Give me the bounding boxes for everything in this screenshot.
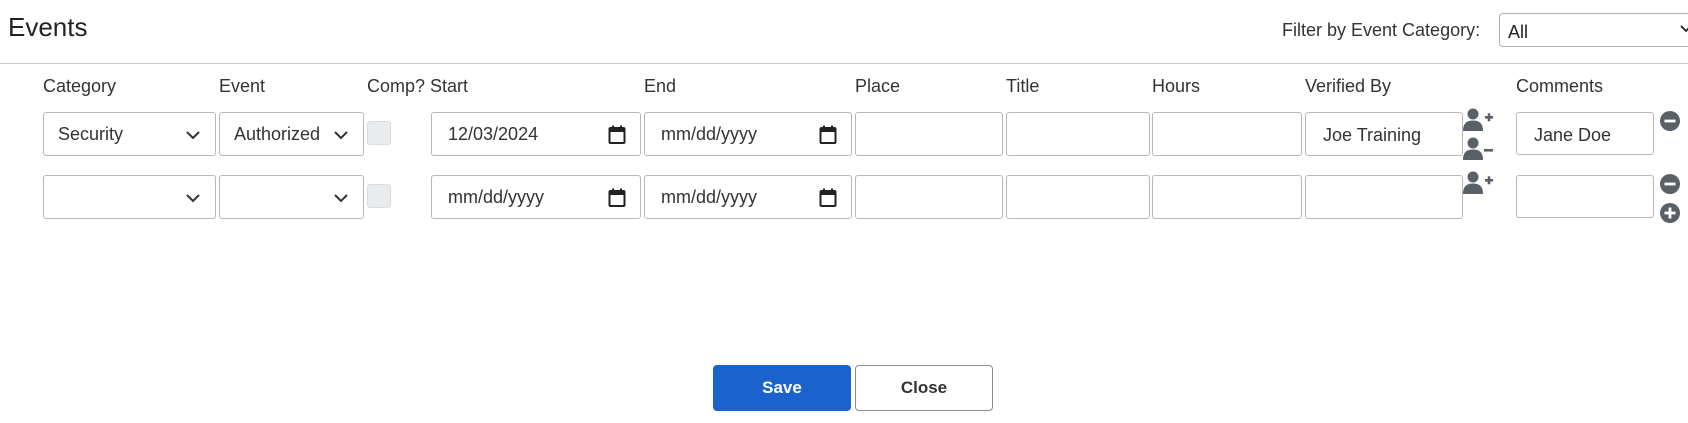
minus-circle-icon[interactable] <box>1659 110 1681 132</box>
column-header-title: Title <box>1006 76 1040 96</box>
filter-category-value: All <box>1508 22 1529 42</box>
place-input[interactable] <box>855 175 1003 219</box>
chevron-down-icon <box>185 125 201 150</box>
chevron-down-icon <box>333 125 349 150</box>
start-date-input[interactable]: mm/dd/yyyy <box>431 175 641 219</box>
end-date-value: mm/dd/yyyy <box>661 187 758 207</box>
minus-circle-icon[interactable] <box>1659 173 1681 195</box>
end-date-value: mm/dd/yyyy <box>661 124 758 144</box>
comments-value: Jane Doe <box>1534 125 1612 145</box>
column-header-place: Place <box>855 76 901 96</box>
verified-by-input[interactable]: Joe Training <box>1305 112 1463 156</box>
calendar-icon[interactable] <box>819 125 837 150</box>
column-header-category: Category <box>43 76 117 96</box>
start-date-value: mm/dd/yyyy <box>448 187 545 207</box>
comp-checkbox[interactable] <box>367 121 391 145</box>
column-header-end: End <box>644 76 677 96</box>
chevron-down-icon <box>333 188 349 213</box>
plus-circle-icon[interactable] <box>1659 202 1681 224</box>
user-plus-icon[interactable] <box>1462 170 1494 196</box>
start-date-value: 12/03/2024 <box>448 124 539 144</box>
start-date-input[interactable]: 12/03/2024 <box>431 112 641 156</box>
filter-category-select[interactable]: All <box>1499 13 1688 47</box>
title-input[interactable] <box>1006 175 1150 219</box>
user-plus-icon[interactable] <box>1462 107 1494 133</box>
save-button[interactable]: Save <box>713 365 851 411</box>
event-select[interactable] <box>219 175 364 219</box>
category-select[interactable]: Security <box>43 112 216 156</box>
column-header-verified-by: Verified By <box>1305 76 1392 96</box>
category-select-value: Security <box>58 124 124 144</box>
place-input[interactable] <box>855 112 1003 156</box>
title-input[interactable] <box>1006 112 1150 156</box>
chevron-down-icon <box>185 188 201 213</box>
column-header-comp: Comp? <box>367 76 426 96</box>
page-title: Events <box>8 12 88 42</box>
end-date-input[interactable]: mm/dd/yyyy <box>644 112 852 156</box>
comp-checkbox[interactable] <box>367 184 391 208</box>
hours-input[interactable] <box>1152 112 1302 156</box>
comments-input[interactable] <box>1516 175 1654 218</box>
calendar-icon[interactable] <box>819 188 837 213</box>
hours-input[interactable] <box>1152 175 1302 219</box>
column-header-event: Event <box>219 76 266 96</box>
header-divider <box>0 63 1688 64</box>
verified-by-value: Joe Training <box>1323 125 1422 145</box>
event-select-value: Authorized <box>234 124 321 144</box>
end-date-input[interactable]: mm/dd/yyyy <box>644 175 852 219</box>
category-select[interactable] <box>43 175 216 219</box>
filter-label: Filter by Event Category: <box>1282 20 1481 40</box>
calendar-icon[interactable] <box>608 125 626 150</box>
column-header-hours: Hours <box>1152 76 1201 96</box>
column-header-start: Start <box>430 76 469 96</box>
column-header-comments: Comments <box>1516 76 1604 96</box>
close-button[interactable]: Close <box>855 365 993 411</box>
verified-by-input[interactable] <box>1305 175 1463 219</box>
comments-input[interactable]: Jane Doe <box>1516 112 1654 155</box>
event-select[interactable]: Authorized <box>219 112 364 156</box>
chevron-down-icon <box>1679 17 1688 46</box>
user-minus-icon[interactable] <box>1462 136 1494 162</box>
calendar-icon[interactable] <box>608 188 626 213</box>
